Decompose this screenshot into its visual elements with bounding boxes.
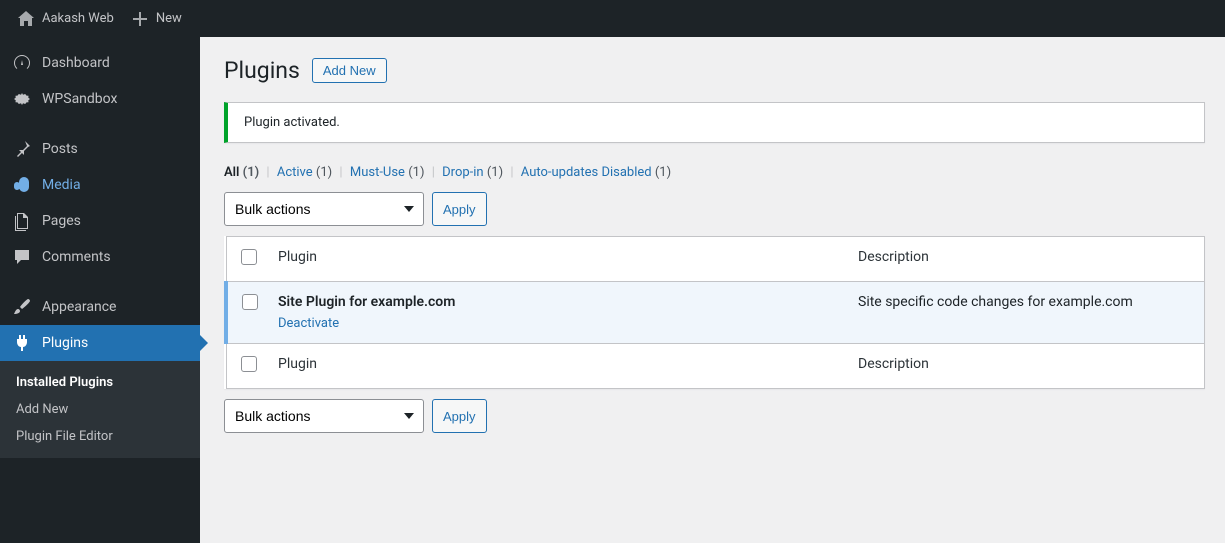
comment-icon	[12, 247, 32, 267]
plugins-submenu: Installed Plugins Add New Plugin File Ed…	[0, 361, 200, 458]
menu-plugins[interactable]: Plugins	[0, 325, 200, 361]
plugin-icon	[12, 333, 32, 353]
menu-comments[interactable]: Comments	[0, 239, 200, 275]
bulk-action-select-bottom[interactable]: Bulk actions	[224, 399, 424, 433]
filter-mustuse[interactable]: Must-Use (1)	[350, 165, 425, 180]
home-icon	[16, 9, 36, 29]
new-link[interactable]: New	[122, 0, 190, 37]
filter-dropin[interactable]: Drop-in (1)	[442, 165, 503, 180]
col-header-plugin[interactable]: Plugin	[268, 237, 848, 282]
col-footer-plugin[interactable]: Plugin	[268, 344, 848, 389]
table-row: Site Plugin for example.com Deactivate S…	[226, 282, 1205, 344]
menu-pages[interactable]: Pages	[0, 203, 200, 239]
filter-autoupdate[interactable]: Auto-updates Disabled (1)	[521, 165, 671, 180]
row-checkbox[interactable]	[242, 294, 258, 310]
pin-icon	[12, 139, 32, 159]
admin-sidebar: Dashboard WPSandbox Posts Media Pages Co…	[0, 37, 200, 543]
select-all-top[interactable]	[241, 249, 257, 265]
filter-active[interactable]: Active (1)	[277, 165, 332, 180]
plugin-name: Site Plugin for example.com	[278, 294, 838, 310]
menu-posts[interactable]: Posts	[0, 131, 200, 167]
col-header-description[interactable]: Description	[848, 237, 1205, 282]
notice-text: Plugin activated.	[244, 115, 340, 130]
media-icon	[12, 175, 32, 195]
site-name: Aakash Web	[42, 11, 114, 26]
add-new-button[interactable]: Add New	[312, 58, 387, 83]
menu-media[interactable]: Media	[0, 167, 200, 203]
menu-wpsandbox[interactable]: WPSandbox	[0, 81, 200, 117]
new-label: New	[156, 11, 182, 26]
plugin-description: Site specific code changes for example.c…	[848, 282, 1205, 344]
col-footer-description[interactable]: Description	[848, 344, 1205, 389]
status-filters: All (1) | Active (1) | Must-Use (1) | Dr…	[224, 165, 1205, 180]
plus-icon	[130, 9, 150, 29]
notice-success: Plugin activated.	[224, 102, 1205, 143]
main-content: Plugins Add New Plugin activated. All (1…	[200, 37, 1225, 543]
gear-icon	[12, 89, 32, 109]
submenu-installed[interactable]: Installed Plugins	[0, 369, 200, 396]
menu-appearance[interactable]: Appearance	[0, 289, 200, 325]
filter-all[interactable]: All (1)	[224, 165, 259, 180]
select-all-bottom[interactable]	[241, 356, 257, 372]
site-link[interactable]: Aakash Web	[8, 0, 122, 37]
bulk-action-select-top[interactable]: Bulk actions	[224, 192, 424, 226]
plugins-table: Plugin Description Site Plugin for examp…	[224, 236, 1205, 389]
apply-button-bottom[interactable]: Apply	[432, 399, 487, 433]
menu-dashboard[interactable]: Dashboard	[0, 45, 200, 81]
submenu-add-new[interactable]: Add New	[0, 396, 200, 423]
brush-icon	[12, 297, 32, 317]
dashboard-icon	[12, 53, 32, 73]
deactivate-link[interactable]: Deactivate	[278, 316, 339, 331]
page-title: Plugins	[224, 57, 300, 84]
apply-button-top[interactable]: Apply	[432, 192, 487, 226]
pages-icon	[12, 211, 32, 231]
submenu-editor[interactable]: Plugin File Editor	[0, 423, 200, 450]
